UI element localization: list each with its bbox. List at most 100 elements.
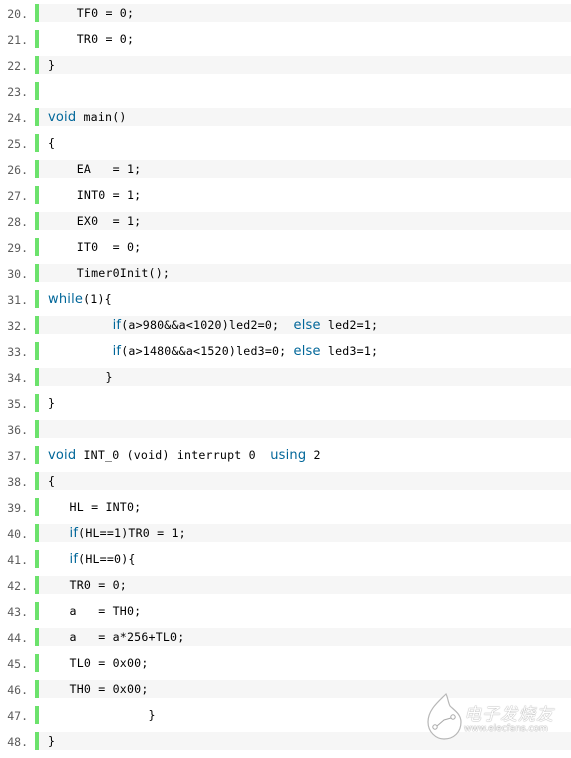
code-token: INT0 = 1; (48, 188, 142, 202)
line-number: 32. (7, 319, 28, 333)
line-number: 40. (7, 527, 28, 541)
line-number: 28. (7, 215, 28, 229)
code-line: 38. { (0, 472, 571, 490)
code-text: void INT_0 (void) interrupt 0 using 2 (48, 446, 321, 465)
code-text: } (48, 368, 113, 386)
code-text: { (48, 472, 55, 490)
code-line: 22.} (0, 56, 571, 74)
gutter-bar (35, 4, 39, 22)
code-keyword: using (270, 448, 307, 463)
code-keyword: if (69, 526, 79, 541)
gutter-bar (35, 628, 39, 646)
code-line: 43. a = TH0; (0, 602, 571, 620)
code-token: } (48, 734, 56, 748)
code-line: 23. (0, 82, 571, 100)
gutter-bar (35, 30, 39, 48)
code-line: 41. if(HL==0){ (0, 550, 571, 568)
code-keyword: if (69, 552, 79, 567)
code-line-background (39, 394, 571, 412)
code-text: Timer0Init(); (48, 264, 170, 282)
code-token: EX0 = 1; (48, 214, 142, 228)
code-keyword: while (48, 292, 84, 307)
gutter-bar (35, 160, 39, 178)
code-line: 24. void main() (0, 108, 571, 126)
code-line: 20. TF0 = 0; (0, 4, 571, 22)
code-text: if(a>1480&&a<1520)led3=0; else led3=1; (48, 342, 378, 361)
code-line: 29. IT0 = 0; (0, 238, 571, 256)
gutter-bar (35, 420, 39, 438)
line-number: 41. (7, 553, 28, 567)
line-number: 35. (7, 397, 28, 411)
code-text: TL0 = 0x00; (48, 654, 149, 672)
code-token: 2 (306, 448, 321, 462)
code-token: IT0 = 0; (48, 240, 142, 254)
code-line: 30. Timer0Init(); (0, 264, 571, 282)
code-token: TR0 = 0; (48, 578, 127, 592)
code-keyword: else (293, 344, 321, 359)
code-token: } (48, 58, 56, 72)
code-token: TR0 = 0; (48, 32, 135, 46)
code-line: 33. if(a>1480&&a<1520)led3=0; else led3=… (0, 342, 571, 360)
gutter-bar (35, 654, 39, 672)
gutter-bar (35, 108, 39, 126)
line-number: 31. (7, 293, 28, 307)
gutter-bar (35, 82, 39, 100)
code-line-background (39, 56, 571, 74)
code-line: 34. } (0, 368, 571, 386)
line-number: 48. (7, 735, 28, 749)
code-text: TR0 = 0; (48, 576, 127, 594)
line-number: 23. (7, 85, 28, 99)
code-token: (HL==0){ (78, 552, 136, 566)
code-listing: 20. TF0 = 0; 21. TR0 = 0; 22.} 23. 24. void m… (0, 4, 571, 758)
code-keyword: if (112, 318, 122, 333)
code-text: a = a*256+TL0; (48, 628, 185, 646)
gutter-bar (35, 290, 39, 308)
elecfans-logo-icon (427, 692, 462, 740)
gutter-bar (35, 550, 39, 568)
gutter-bar (35, 186, 39, 204)
code-token: EA = 1; (48, 162, 142, 176)
code-line-background (39, 290, 571, 308)
code-text: INT0 = 1; (48, 186, 141, 204)
line-number: 38. (7, 475, 28, 489)
gutter-bar (35, 602, 39, 620)
code-line-background (39, 420, 571, 438)
gutter-bar (35, 576, 39, 594)
code-token: led3=1; (320, 344, 379, 358)
code-keyword: void (48, 110, 77, 125)
code-token: a = TH0; (48, 604, 142, 618)
code-token: TL0 = 0x00; (48, 656, 149, 670)
line-number: 47. (7, 709, 28, 723)
code-line: 40. if(HL==1)TR0 = 1; (0, 524, 571, 542)
code-text: EX0 = 1; (48, 212, 141, 230)
code-line-background (39, 368, 571, 386)
code-text: if(HL==1)TR0 = 1; (48, 524, 186, 543)
code-text: while(1){ (48, 290, 112, 309)
code-text: HL = INT0; (48, 498, 142, 516)
code-line-background (39, 134, 571, 152)
gutter-bar (35, 446, 39, 464)
code-token: } (48, 370, 113, 384)
code-text: } (48, 732, 55, 750)
code-line-background (39, 82, 571, 100)
code-text: EA = 1; (48, 160, 141, 178)
line-number: 46. (7, 683, 28, 697)
code-token: { (48, 136, 56, 150)
code-token: led2=1; (320, 318, 379, 332)
gutter-bar (35, 368, 39, 386)
code-line: 21. TR0 = 0; (0, 30, 571, 48)
code-token: TH0 = 0x00; (48, 682, 149, 696)
line-number: 26. (7, 163, 28, 177)
code-text: TH0 = 0x00; (48, 680, 149, 698)
code-token: } (48, 708, 156, 722)
line-number: 20. (7, 7, 28, 21)
line-number: 37. (7, 449, 28, 463)
gutter-bar (35, 264, 39, 282)
line-number: 34. (7, 371, 28, 385)
line-number: 33. (7, 345, 28, 359)
gutter-bar (35, 498, 39, 516)
